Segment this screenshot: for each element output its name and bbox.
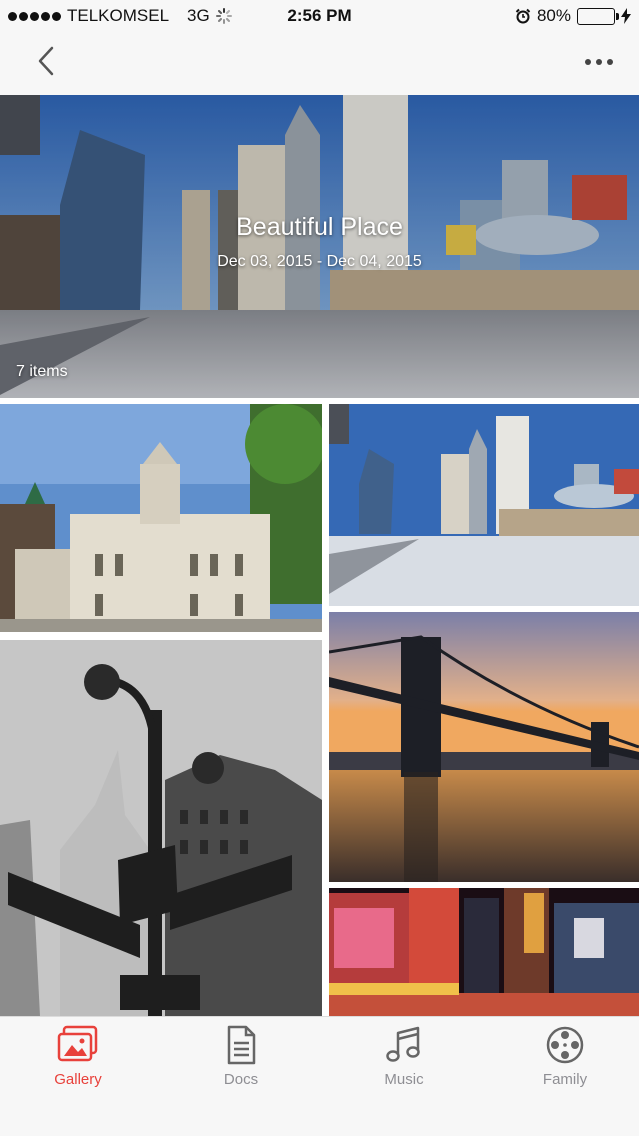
more-options-button[interactable] bbox=[579, 52, 619, 72]
film-reel-icon bbox=[546, 1026, 584, 1064]
photo-image bbox=[329, 888, 639, 1016]
album-cover-image bbox=[0, 95, 639, 398]
tab-family[interactable]: Family bbox=[505, 1025, 625, 1105]
gallery-icon bbox=[57, 1025, 98, 1062]
photo-thumbnail[interactable] bbox=[0, 404, 322, 632]
tab-gallery-label: Gallery bbox=[54, 1071, 102, 1088]
photo-thumbnail[interactable] bbox=[329, 404, 639, 606]
tab-gallery[interactable]: Gallery bbox=[18, 1025, 138, 1105]
status-right: 80% bbox=[515, 6, 631, 26]
battery-percent: 80% bbox=[536, 6, 571, 25]
navigation-bar bbox=[0, 32, 639, 95]
tab-docs[interactable]: Docs bbox=[181, 1025, 301, 1105]
album-item-count: 7 items bbox=[16, 363, 68, 380]
photo-image bbox=[329, 404, 639, 606]
tab-bar: Gallery Docs Music Family bbox=[0, 1016, 639, 1136]
album-cover[interactable]: Beautiful Place Dec 03, 2015 - Dec 04, 2… bbox=[0, 95, 639, 398]
album-date-range: Dec 03, 2015 - Dec 04, 2015 bbox=[217, 253, 422, 270]
tab-music[interactable]: Music bbox=[344, 1025, 464, 1105]
photo-image bbox=[0, 404, 322, 632]
photo-thumbnail[interactable] bbox=[0, 640, 322, 1016]
charging-bolt-icon bbox=[621, 8, 631, 24]
tab-music-label: Music bbox=[384, 1071, 424, 1088]
back-button[interactable] bbox=[30, 44, 66, 80]
photo-thumbnail[interactable] bbox=[329, 888, 639, 1016]
tab-family-label: Family bbox=[542, 1071, 588, 1088]
battery-icon bbox=[577, 7, 619, 25]
chevron-left-icon bbox=[38, 46, 54, 76]
document-icon bbox=[227, 1025, 256, 1065]
alarm-clock-icon bbox=[515, 8, 531, 24]
photo-image bbox=[0, 640, 322, 1016]
music-note-icon bbox=[386, 1026, 420, 1062]
album-title: Beautiful Place bbox=[236, 213, 403, 241]
status-bar: TELKOMSEL 3G 2:56 PM 80% bbox=[0, 0, 639, 32]
ellipsis-icon bbox=[585, 59, 613, 65]
photo-thumbnail[interactable] bbox=[329, 612, 639, 882]
tab-docs-label: Docs bbox=[223, 1071, 259, 1088]
photo-image bbox=[329, 612, 639, 882]
